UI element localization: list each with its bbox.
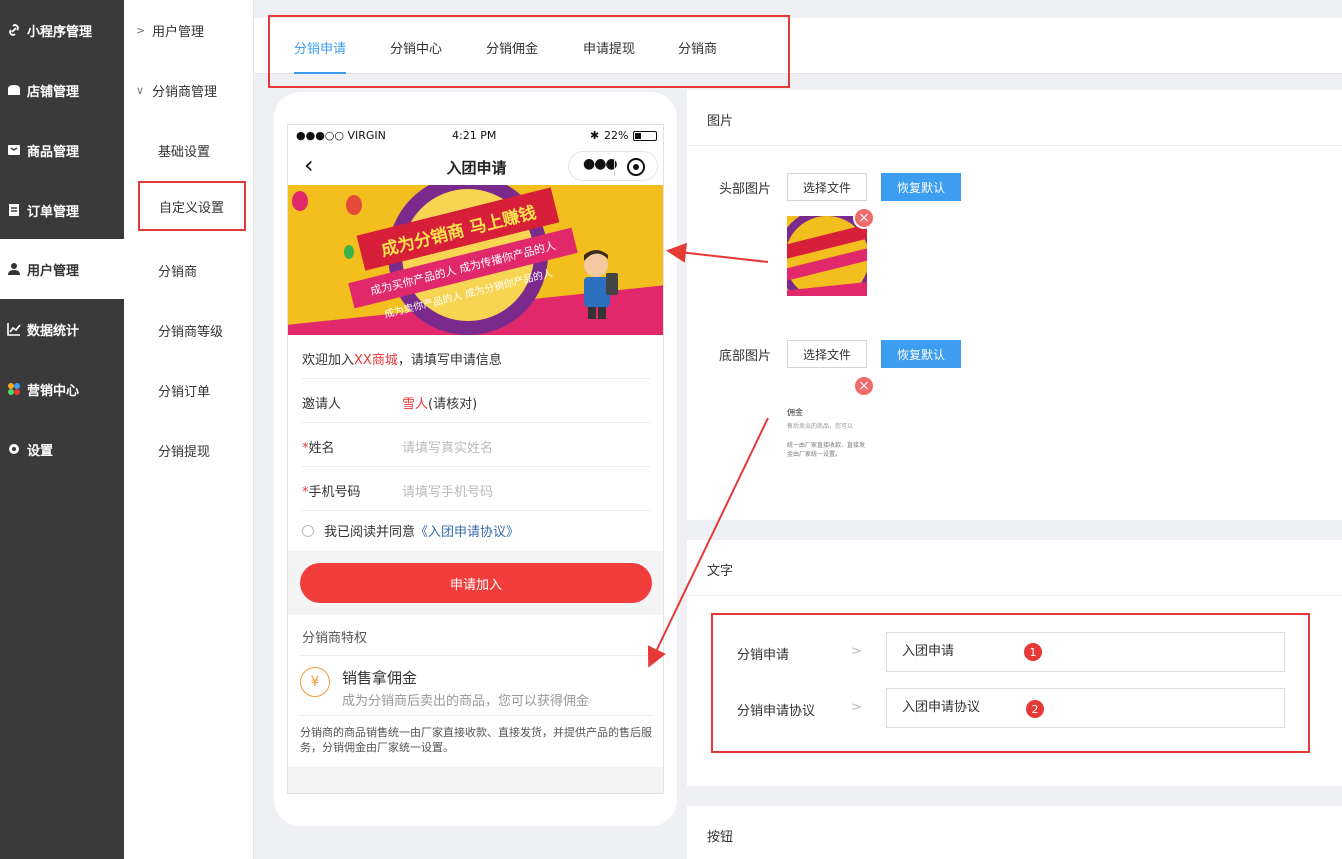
battery-text: 22%: [604, 129, 629, 142]
close-target-icon[interactable]: [627, 158, 645, 176]
chevron-right-icon: >: [851, 700, 862, 715]
store-icon: [6, 82, 22, 98]
balloon-icon: [346, 195, 362, 215]
number-badge-1: 1: [1024, 643, 1042, 661]
box-icon: [6, 142, 22, 158]
mini-program-capsule[interactable]: ●●●: [568, 151, 658, 181]
footer-choose-file-button[interactable]: 选择文件: [787, 340, 867, 368]
chevron-down-icon: ∨: [136, 83, 145, 97]
sidebar-item-label: 用户管理: [27, 263, 80, 279]
inviter-name: 雪人: [402, 397, 429, 412]
text-panel-title: 文字: [707, 564, 734, 579]
privilege-section: 分销商特权 ¥ 销售拿佣金 成为分销商后卖出的商品，您可以获得佣金 分销商的商品…: [288, 615, 663, 767]
privilege-title: 分销商特权: [302, 631, 368, 646]
agreement-link[interactable]: 《入团申请协议》: [415, 525, 519, 540]
main-sidebar: 小程序管理 店铺管理 商品管理 订单管理 用户管理 数据统计 营销中心 设置: [0, 0, 124, 859]
header-banner-image: 成为分销商 马上赚钱 成为买你产品的人 成为传播你产品的人 成为卖你产品的人 成…: [288, 185, 663, 335]
agreement-checkbox[interactable]: 我已阅读并同意《入团申请协议》: [302, 521, 519, 540]
welcome-row: 欢迎加入XX商城，请填写申请信息: [302, 335, 650, 379]
chevron-right-icon: >: [136, 23, 146, 37]
subnav-group-users[interactable]: > 用户管理: [124, 0, 254, 60]
battery-icon: [633, 131, 657, 141]
header-image-thumbnail: [787, 216, 867, 296]
footer-preview-title: 佣金: [787, 408, 803, 417]
image-settings-panel: 图片: [687, 90, 1342, 520]
sidebar-item-label: 小程序管理: [27, 24, 93, 40]
subnav-group-distributor[interactable]: ∨ 分销商管理: [124, 60, 254, 120]
footer-image-label: 底部图片: [719, 349, 772, 364]
phone-row[interactable]: *手机号码 请填写手机号码: [302, 467, 650, 511]
join-button[interactable]: 申请加入: [300, 563, 652, 603]
subnav-item-distribution-orders[interactable]: 分销订单: [124, 360, 254, 420]
footer-image-remove-icon[interactable]: ×: [853, 375, 875, 397]
sidebar-item-statistics[interactable]: 数据统计: [0, 299, 124, 359]
button-panel-title: 按钮: [707, 830, 734, 845]
yen-icon: ¥: [300, 667, 330, 697]
link-icon: [6, 22, 22, 38]
name-row[interactable]: *姓名 请填写真实姓名: [302, 423, 650, 467]
inviter-row: 邀请人 雪人(请核对): [302, 379, 650, 423]
balloon-icon: [292, 191, 308, 211]
balloon-icon: [344, 245, 354, 259]
image-panel-title: 图片: [707, 114, 734, 129]
bluetooth-icon: ✱: [590, 129, 600, 142]
phone-number-input[interactable]: 请填写手机号码: [402, 481, 493, 500]
sidebar-item-store[interactable]: 店铺管理: [0, 60, 124, 120]
sidebar-item-orders[interactable]: 订单管理: [0, 180, 124, 240]
gear-icon: [6, 441, 22, 457]
sidebar-item-marketing[interactable]: 营销中心: [0, 359, 124, 419]
apply-title-input[interactable]: 入团申请: [886, 632, 1285, 672]
header-choose-file-button[interactable]: 选择文件: [787, 173, 867, 201]
subnav-item-distributors[interactable]: 分销商: [124, 240, 254, 300]
sidebar-item-label: 店铺管理: [27, 84, 80, 100]
chart-icon: [6, 321, 22, 337]
user-icon: [6, 261, 22, 277]
name-input[interactable]: 请填写真实姓名: [402, 437, 493, 456]
footer-image-thumbnail: 佣金 售后卖出的商品，您可以 统一由厂家直接收款、直接发 金由厂家统一设置。: [787, 400, 867, 462]
subnav-item-custom-settings[interactable]: 自定义设置: [138, 181, 246, 231]
privilege-note: 分销商的商品销售统一由厂家直接收款、直接发货，并提供产品的售后服务，分销佣金由厂…: [300, 726, 652, 754]
marketing-icon: [6, 381, 22, 397]
phone-navbar: ‹ 入团申请 ●●●: [288, 147, 663, 185]
carrier-text: ●●●○○ VIRGIN: [296, 129, 386, 142]
agreement-title-input[interactable]: 入团申请协议: [886, 688, 1285, 728]
order-icon: [6, 202, 22, 218]
number-badge-2: 2: [1026, 700, 1044, 718]
chevron-right-icon: >: [851, 644, 862, 659]
phone-screen: ●●●○○ VIRGIN 4:21 PM ✱ 22% ‹ 入团申请 ●●● 成为…: [287, 124, 664, 794]
text-row-label-agreement: 分销申请协议: [737, 704, 816, 719]
sidebar-item-label: 营销中心: [27, 383, 80, 399]
privilege-item-title: 销售拿佣金: [342, 669, 418, 687]
sidebar-item-label: 数据统计: [27, 323, 80, 339]
footer-reset-button[interactable]: 恢复默认: [881, 340, 961, 368]
agree-radio[interactable]: [302, 525, 314, 537]
sidebar-item-label: 设置: [27, 443, 54, 459]
footer-preview-line-3: 金由厂家统一设置。: [787, 451, 842, 458]
text-row-label-apply: 分销申请: [737, 648, 790, 663]
application-form: 欢迎加入XX商城，请填写申请信息 邀请人 雪人(请核对) *姓名 请填写真实姓名…: [288, 335, 663, 551]
tabs-highlight-frame: [268, 15, 790, 88]
sidebar-item-products[interactable]: 商品管理: [0, 120, 124, 180]
subnav-item-distributor-levels[interactable]: 分销商等级: [124, 300, 254, 360]
sidebar-item-users[interactable]: 用户管理: [0, 239, 124, 299]
header-image-label: 头部图片: [719, 182, 772, 197]
more-dots-icon[interactable]: ●●●: [583, 156, 618, 172]
header-reset-button[interactable]: 恢复默认: [881, 173, 961, 201]
cartoon-man-icon: [584, 250, 618, 319]
footer-preview-line-2: 统一由厂家直接收款、直接发: [787, 442, 866, 449]
sidebar-item-settings[interactable]: 设置: [0, 419, 124, 479]
header-image-remove-icon[interactable]: ×: [853, 207, 875, 229]
subnav-item-withdrawals[interactable]: 分销提现: [124, 420, 254, 480]
sidebar-item-label: 商品管理: [27, 144, 80, 160]
privilege-item-desc: 成为分销商后卖出的商品，您可以获得佣金: [342, 694, 590, 709]
subnav-item-basic-settings[interactable]: 基础设置: [124, 120, 254, 180]
button-settings-panel: 按钮: [687, 806, 1342, 859]
sub-navigation: > 用户管理 ∨ 分销商管理 基础设置 自定义设置 分销商 分销商等级 分销订单…: [124, 0, 254, 859]
footer-preview-line-1: 售后卖出的商品，您可以: [787, 423, 854, 430]
status-bar: ●●●○○ VIRGIN 4:21 PM ✱ 22%: [288, 125, 663, 147]
clock-text: 4:21 PM: [452, 129, 497, 142]
sidebar-item-miniprogram[interactable]: 小程序管理: [0, 0, 124, 60]
sidebar-item-label: 订单管理: [27, 204, 80, 220]
